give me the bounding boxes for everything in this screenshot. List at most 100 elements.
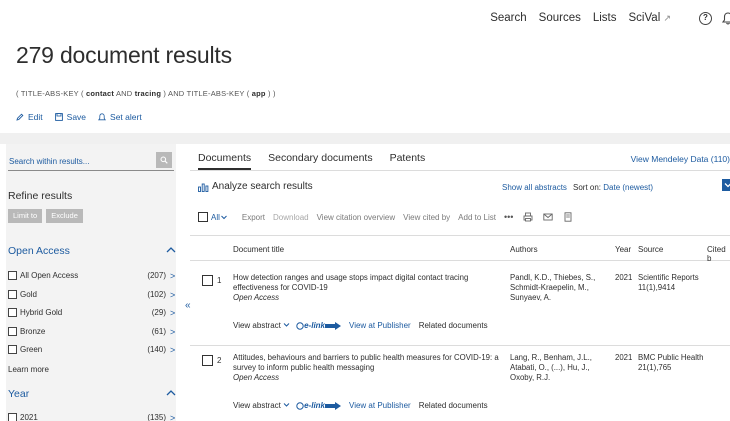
tab-patents[interactable]: Patents bbox=[390, 152, 426, 170]
page-title: 279 document results bbox=[16, 42, 232, 68]
result-row: 2 Attitudes, behaviours and barriers to … bbox=[190, 353, 730, 415]
checkbox[interactable] bbox=[8, 308, 17, 317]
chevron-right-icon[interactable]: > bbox=[170, 345, 176, 355]
email-icon[interactable] bbox=[543, 212, 554, 222]
view-citation-overview-button[interactable]: View citation overview bbox=[317, 213, 396, 222]
query-prefix: ( TITLE-ABS-KEY ( bbox=[16, 89, 84, 98]
top-nav: Search Sources Lists SciVal ↗ ? bbox=[478, 8, 730, 28]
refine-sidebar: Refine results Limit to Exclude Open Acc… bbox=[6, 144, 176, 421]
filter-bronze[interactable]: Bronze (61) > bbox=[8, 325, 176, 338]
bell-icon[interactable] bbox=[722, 11, 730, 25]
search-icon bbox=[160, 156, 168, 164]
query-term-app: app bbox=[251, 89, 266, 98]
result-checkbox[interactable] bbox=[202, 275, 213, 286]
chevron-right-icon[interactable]: > bbox=[170, 290, 176, 300]
tab-secondary-documents[interactable]: Secondary documents bbox=[268, 152, 372, 170]
result-title-link[interactable]: Attitudes, behaviours and barriers to pu… bbox=[233, 353, 499, 372]
nav-search[interactable]: Search bbox=[490, 12, 526, 24]
sort-dropdown-button[interactable] bbox=[722, 179, 730, 191]
checkbox[interactable] bbox=[8, 327, 17, 336]
column-authors[interactable]: Authors bbox=[510, 245, 538, 254]
download-button[interactable]: Download bbox=[273, 213, 309, 222]
e-link-button[interactable]: e-link bbox=[296, 321, 342, 330]
open-access-label: Open Access bbox=[233, 373, 280, 382]
tabs-divider bbox=[190, 170, 730, 171]
result-title-link[interactable]: How detection ranges and usage stops imp… bbox=[233, 273, 468, 292]
save-button[interactable]: Save bbox=[54, 112, 86, 122]
learn-more-link[interactable]: Learn more bbox=[8, 365, 49, 374]
view-abstract-link[interactable]: View abstract bbox=[233, 401, 290, 410]
search-within-input[interactable] bbox=[8, 152, 156, 170]
column-document-title[interactable]: Document title bbox=[233, 245, 284, 254]
export-button[interactable]: Export bbox=[242, 213, 265, 222]
refine-title: Refine results bbox=[8, 190, 73, 202]
e-link-label: e-link bbox=[304, 401, 326, 410]
result-number: 2 bbox=[217, 356, 222, 365]
checkbox[interactable] bbox=[8, 271, 17, 280]
checkbox[interactable] bbox=[8, 290, 17, 299]
external-link-icon: ↗ bbox=[663, 13, 671, 23]
select-all-checkbox[interactable] bbox=[198, 212, 208, 222]
related-documents-link[interactable]: Related documents bbox=[419, 321, 488, 330]
column-source[interactable]: Source bbox=[638, 245, 663, 254]
checkbox[interactable] bbox=[8, 413, 17, 421]
related-documents-link[interactable]: Related documents bbox=[419, 401, 488, 410]
filter-count: (102) bbox=[147, 290, 166, 299]
filter-gold[interactable]: Gold (102) > bbox=[8, 288, 176, 301]
chevron-right-icon[interactable]: > bbox=[170, 271, 176, 281]
filter-count: (207) bbox=[147, 271, 166, 280]
more-options-icon[interactable]: ••• bbox=[504, 212, 513, 222]
analyze-label: Analyze search results bbox=[212, 181, 313, 192]
open-access-header[interactable]: Open Access bbox=[8, 245, 176, 257]
analyze-results-link[interactable]: Analyze search results bbox=[198, 181, 313, 192]
results-panel: Documents Secondary documents Patents Vi… bbox=[190, 144, 730, 421]
print-icon[interactable] bbox=[523, 212, 533, 222]
view-abstract-link[interactable]: View abstract bbox=[233, 321, 290, 330]
exclude-button[interactable]: Exclude bbox=[46, 209, 83, 223]
limit-to-button[interactable]: Limit to bbox=[8, 209, 43, 223]
chevron-right-icon[interactable]: > bbox=[170, 308, 176, 318]
result-authors[interactable]: Lang, R., Benham, J.L., Atabati, O., (..… bbox=[510, 353, 610, 383]
column-cited-by[interactable]: Cited b bbox=[707, 245, 730, 263]
result-checkbox[interactable] bbox=[202, 355, 213, 366]
add-to-list-button[interactable]: Add to List bbox=[458, 213, 496, 222]
filter-label: All Open Access bbox=[20, 271, 79, 280]
checkbox[interactable] bbox=[8, 345, 17, 354]
search-within-button[interactable] bbox=[156, 152, 172, 168]
filter-green[interactable]: Green (140) > bbox=[8, 343, 176, 356]
filter-all-open-access[interactable]: All Open Access (207) > bbox=[8, 269, 176, 282]
chevron-right-icon[interactable]: > bbox=[170, 413, 176, 421]
sort-value[interactable]: Date (newest) bbox=[603, 183, 653, 192]
chevron-down-icon bbox=[283, 403, 290, 407]
nav-lists[interactable]: Lists bbox=[593, 12, 617, 24]
edit-button[interactable]: Edit bbox=[16, 112, 43, 122]
chevron-right-icon[interactable]: > bbox=[170, 327, 176, 337]
column-year[interactable]: Year bbox=[615, 245, 631, 254]
filter-label: 2021 bbox=[20, 413, 38, 421]
nav-scival[interactable]: SciVal ↗ bbox=[629, 12, 672, 24]
results-tabs: Documents Secondary documents Patents bbox=[198, 152, 442, 170]
open-access-label: Open Access bbox=[233, 293, 280, 302]
view-at-publisher-link[interactable]: View at Publisher bbox=[349, 401, 411, 410]
show-all-abstracts-link[interactable]: Show all abstracts bbox=[502, 183, 567, 192]
nav-sources[interactable]: Sources bbox=[539, 12, 581, 24]
tab-documents[interactable]: Documents bbox=[198, 152, 252, 170]
select-all[interactable]: All bbox=[198, 212, 228, 222]
view-at-publisher-link[interactable]: View at Publisher bbox=[349, 321, 411, 330]
view-mendeley-data-link[interactable]: View Mendeley Data (110) bbox=[631, 154, 730, 164]
search-within-wrap bbox=[8, 152, 174, 171]
set-alert-button[interactable]: Set alert bbox=[98, 112, 142, 122]
filter-hybrid-gold[interactable]: Hybrid Gold (29) > bbox=[8, 306, 176, 319]
help-icon[interactable]: ? bbox=[699, 11, 712, 25]
bar-chart-icon bbox=[198, 183, 209, 192]
filter-year-2021[interactable]: 2021 (135) > bbox=[8, 411, 176, 421]
view-cited-by-button[interactable]: View cited by bbox=[403, 213, 450, 222]
results-toolbar: All Export Download View citation overvi… bbox=[198, 212, 583, 222]
result-source[interactable]: Scientific Reports 11(1),9414 bbox=[638, 273, 728, 293]
create-bibliography-icon[interactable] bbox=[563, 212, 573, 222]
result-source[interactable]: BMC Public Health 21(1),765 bbox=[638, 353, 728, 373]
result-authors[interactable]: Pandl, K.D., Thiebes, S., Schmidt-Kraepe… bbox=[510, 273, 610, 303]
e-link-button[interactable]: e-link bbox=[296, 401, 342, 410]
select-all-label: All bbox=[211, 212, 220, 222]
year-header[interactable]: Year bbox=[8, 388, 176, 400]
